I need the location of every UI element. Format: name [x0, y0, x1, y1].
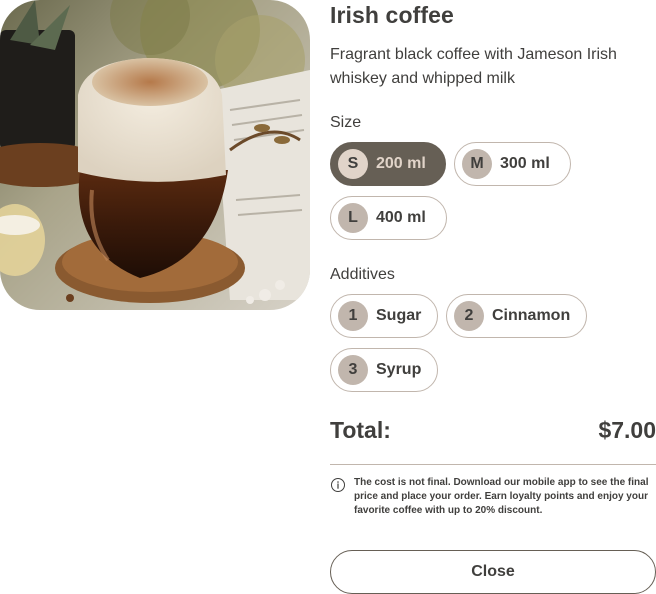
additive-badge: 2 — [454, 301, 484, 331]
total-row: Total: $7.00 — [330, 414, 656, 446]
size-badge: S — [338, 149, 368, 179]
additive-option-label: Sugar — [376, 307, 422, 324]
size-badge: M — [462, 149, 492, 179]
total-price: $7.00 — [598, 416, 656, 443]
additive-option-label: Cinnamon — [492, 307, 571, 324]
product-title: Irish coffee — [330, 2, 454, 28]
price-note: The cost is not final. Download our mobi… — [330, 476, 656, 518]
divider — [330, 464, 656, 465]
additive-badge: 3 — [338, 355, 368, 385]
note-text: The cost is not final. Download our mobi… — [354, 477, 649, 516]
size-option-s[interactable]: S 200 ml — [330, 142, 446, 186]
size-option-label: 400 ml — [376, 209, 426, 226]
size-option-label: 300 ml — [500, 155, 550, 172]
additive-option-cinnamon[interactable]: 2 Cinnamon — [446, 294, 587, 338]
size-label: Size — [330, 114, 362, 131]
additive-option-syrup[interactable]: 3 Syrup — [330, 348, 438, 392]
product-description: Fragrant black coffee with Jameson Irish… — [330, 46, 617, 87]
additives-label: Additives — [330, 266, 395, 283]
additive-option-label: Syrup — [376, 361, 422, 378]
product-image — [0, 0, 310, 310]
size-option-l[interactable]: L 400 ml — [330, 196, 447, 240]
size-option-label: 200 ml — [376, 155, 426, 172]
additive-option-sugar[interactable]: 1 Sugar — [330, 294, 438, 338]
total-label: Total: — [330, 416, 391, 443]
size-badge: L — [338, 203, 368, 233]
close-button[interactable]: Close — [330, 550, 656, 594]
size-option-m[interactable]: M 300 ml — [454, 142, 571, 186]
info-icon — [331, 478, 345, 492]
additive-badge: 1 — [338, 301, 368, 331]
